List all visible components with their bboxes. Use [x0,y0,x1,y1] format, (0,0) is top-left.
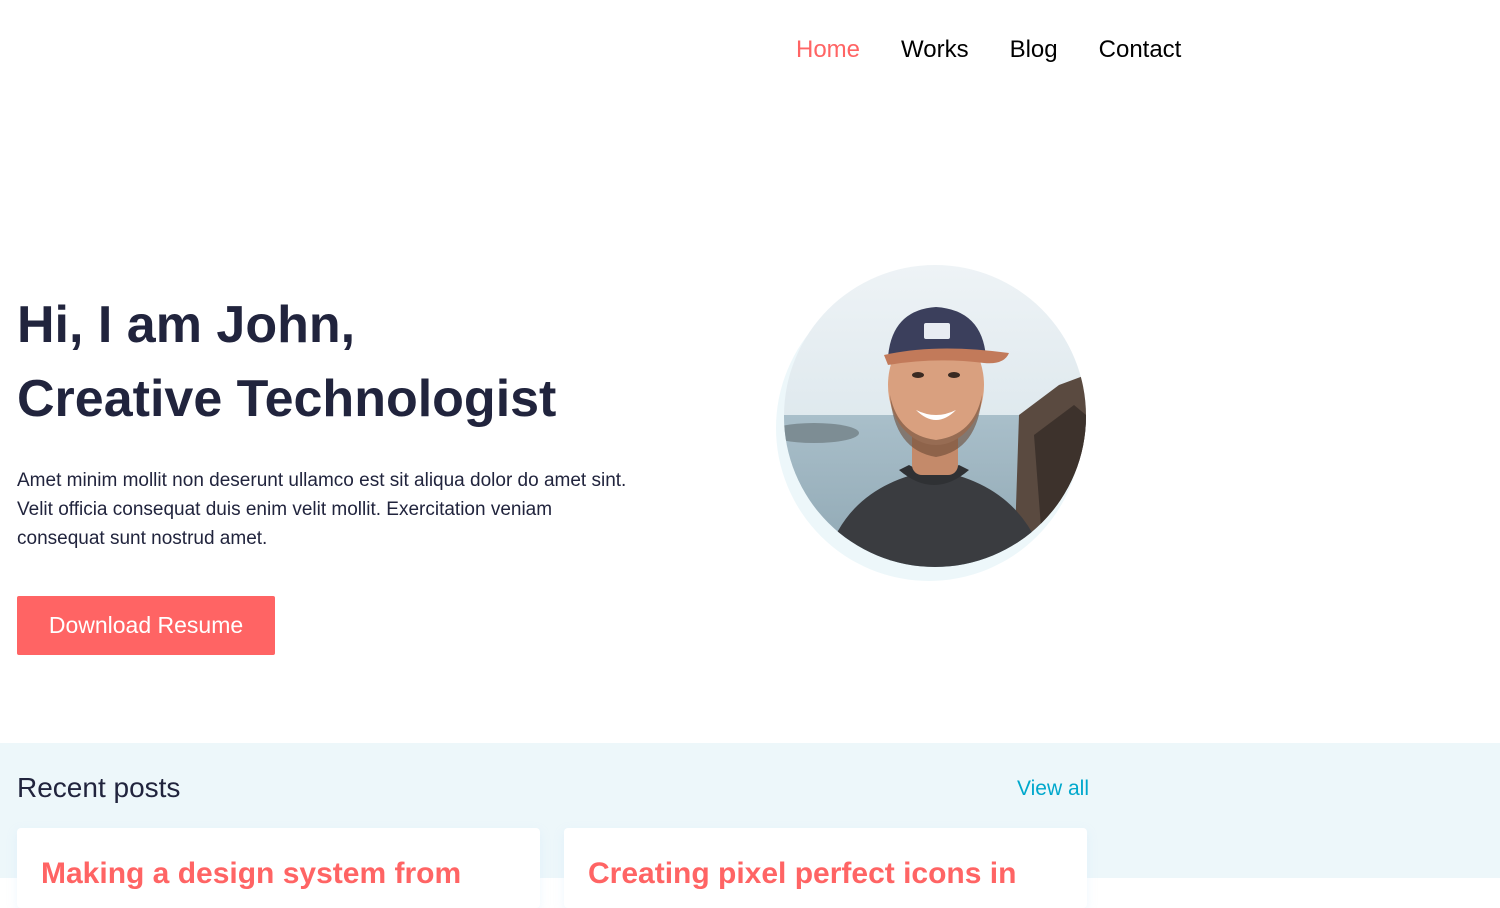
view-all-link[interactable]: View all [1017,776,1089,802]
portrait-image [784,265,1086,567]
nav-link-blog[interactable]: Blog [1010,36,1058,63]
hero-section: Hi, I am John, Creative Technologist Ame… [0,100,1500,743]
nav-link-contact[interactable]: Contact [1099,36,1182,63]
post-card[interactable]: Making a design system from [17,828,540,908]
nav-menu: Home Works Blog Contact [796,34,1181,66]
profile-photo [776,265,1090,583]
nav-link-works[interactable]: Works [901,36,969,63]
hero-title-line-1: Hi, I am John, [17,296,356,354]
post-card[interactable]: Creating pixel perfect icons in [564,828,1087,908]
recent-posts-heading: Recent posts [17,772,181,803]
post-title[interactable]: Making a design system from [41,855,461,893]
hero-title-line-2: Creative Technologist [17,370,557,428]
avatar [784,265,1086,567]
top-navigation: Home Works Blog Contact [0,0,1500,100]
hero-description: Amet minim mollit non deserunt ullamco e… [17,470,627,549]
nav-link-home[interactable]: Home [796,36,860,63]
download-resume-button[interactable]: Download Resume [17,596,275,655]
recent-posts-section: Recent posts View all Making a design sy… [0,743,1500,908]
post-title[interactable]: Creating pixel perfect icons in [588,855,1016,893]
hero-title: Hi, I am John, Creative Technologist [17,288,556,436]
